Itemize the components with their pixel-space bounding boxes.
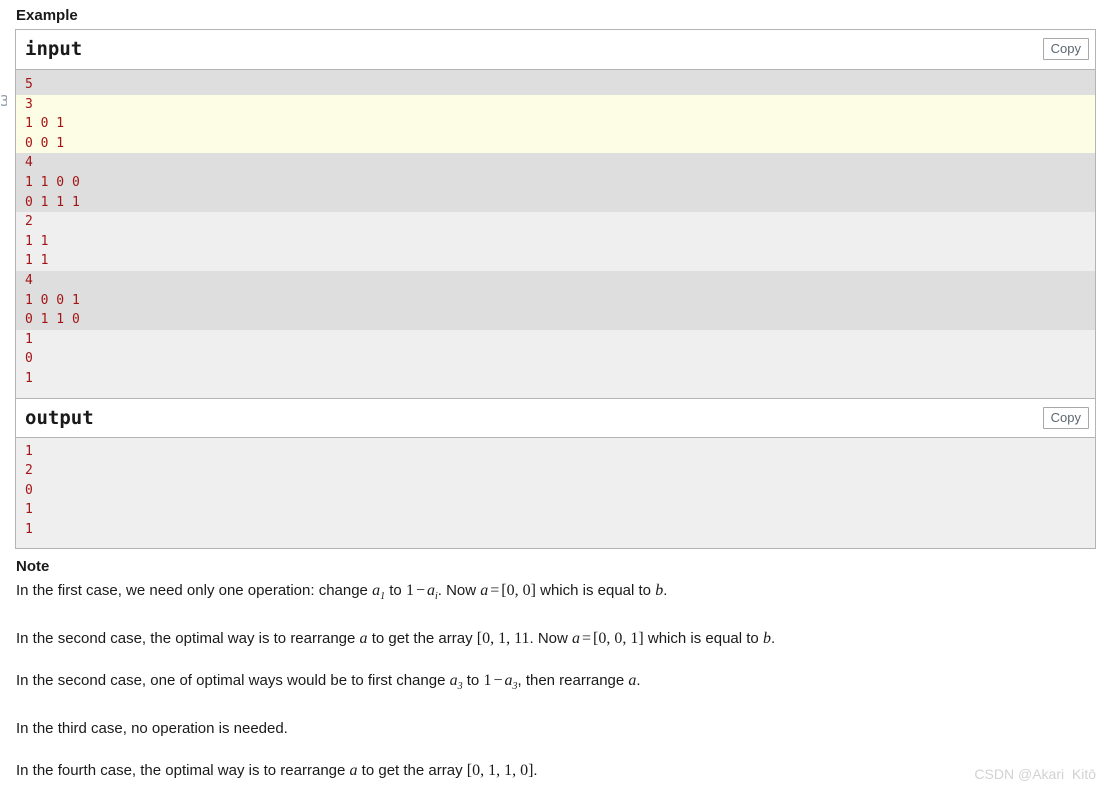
input-pad-bottom xyxy=(16,389,1095,398)
math-variable: a xyxy=(349,762,358,780)
input-data-line: 1 0 1 xyxy=(25,116,65,132)
note-heading: Note xyxy=(16,558,50,575)
note-text: In the first case, we need only one oper… xyxy=(16,582,373,599)
math-operator: − xyxy=(493,672,503,690)
note-text: to xyxy=(462,672,484,690)
math-literal: [0, 0, 1] xyxy=(593,630,644,648)
note-body: In the first case, we need only one oper… xyxy=(16,581,1086,791)
math-literal: 1 xyxy=(405,582,414,599)
math-variable: a3 xyxy=(449,672,463,693)
sample-output-header: output Copy xyxy=(16,397,1095,438)
sample-output-title: output xyxy=(25,406,94,429)
note-text: . xyxy=(663,582,668,599)
math-literal: [0, 1, 11 xyxy=(476,630,530,648)
input-data-line: 1 xyxy=(25,370,33,386)
note-text: which is equal to xyxy=(643,630,763,648)
test-case-group: 4 1 0 0 1 0 1 1 0 xyxy=(16,270,1095,330)
scroll-edge-artifact: 3 xyxy=(0,92,7,110)
test-case-group: 4 1 1 0 0 0 1 1 1 xyxy=(16,153,1095,213)
math-variable: a3 xyxy=(504,672,518,693)
output-data-line: 2 xyxy=(25,463,33,479)
math-variable: b xyxy=(762,630,771,648)
csdn-watermark: CSDN @Akari Kitō xyxy=(974,766,1096,782)
math-variable: b xyxy=(655,582,664,599)
note-text: to get the array xyxy=(357,762,467,780)
sample-input-data: 5 3 1 0 1 0 0 1 4 1 1 0 0 0 1 1 1 2 1 1 1 1 4 1 0 0… xyxy=(16,70,1095,398)
note-text: . xyxy=(770,630,776,648)
note-text: In the second case, one of optimal ways … xyxy=(16,672,450,690)
input-data-line: 0 1 1 1 xyxy=(25,194,80,210)
math-variable: a xyxy=(359,630,368,648)
math-operator: = xyxy=(490,582,500,599)
sample-tests-container: input Copy 531 0 10 0 141 1 0 00 1 1 121… xyxy=(15,29,1096,550)
input-data-line: 2 xyxy=(25,214,33,230)
input-data-line: 0 0 1 xyxy=(25,135,65,151)
input-data-line: 0 1 1 0 xyxy=(25,312,80,328)
math-variable: ai xyxy=(426,582,438,603)
test-case-group: 5 xyxy=(16,70,1095,95)
note-text: In the third case, no operation is neede… xyxy=(16,720,288,738)
note-paragraph-first-case: In the first case, we need only one oper… xyxy=(16,581,1086,606)
test-case-group: 2 1 1 1 1 xyxy=(16,212,1095,271)
input-data-line: 3 xyxy=(25,96,33,112)
note-text: to xyxy=(385,582,406,599)
sample-output-block: output Copy 1 2 0 1 1 xyxy=(16,397,1095,549)
note-text: to get the array xyxy=(367,630,477,648)
sample-input-header: input Copy xyxy=(16,30,1095,70)
test-case-group: 1 0 1 xyxy=(16,329,1095,398)
note-paragraph-third-case: In the third case, no operation is neede… xyxy=(16,719,1086,738)
input-data-line: 1 0 0 1 xyxy=(25,292,80,308)
note-paragraph-fourth-case: In the fourth case, the optimal way is t… xyxy=(16,761,1086,780)
problem-statement-page: 3 Example input Copy 531 0 10 0 141 1 0 … xyxy=(0,0,1112,791)
example-heading: Example xyxy=(16,7,78,24)
sample-output-data: 1 2 0 1 1 xyxy=(16,437,1095,549)
note-text: In the fourth case, the optimal way is t… xyxy=(16,762,350,780)
note-text: . xyxy=(533,762,538,780)
note-text: , then rearrange xyxy=(517,672,629,690)
input-data-line: 4 xyxy=(25,155,33,171)
output-data-line: 0 xyxy=(25,482,33,498)
note-paragraph-second-case-rearrange: In the second case, the optimal way is t… xyxy=(16,629,1086,648)
sample-input-block: input Copy 5 3 1 0 1 0 0 1 4 1 1 0 0 0 1 1 1 2 1… xyxy=(16,30,1095,398)
note-text: which is equal to xyxy=(535,582,656,599)
input-data-line: 4 xyxy=(25,272,33,288)
math-variable: a1 xyxy=(372,582,386,603)
input-data-line: 5 xyxy=(25,77,33,92)
math-operator: − xyxy=(415,582,425,599)
note-paragraph-second-case-change: In the second case, one of optimal ways … xyxy=(16,671,1086,696)
math-variable: a xyxy=(572,630,581,648)
input-data-line: 1 1 0 0 xyxy=(25,174,80,190)
output-data-line: 1 xyxy=(25,502,33,518)
input-data-line: 1 xyxy=(25,331,33,347)
input-data-line: 1 1 xyxy=(25,233,49,249)
math-operator: = xyxy=(582,630,592,648)
output-data-line: 1 xyxy=(25,443,33,459)
output-data-line: 1 xyxy=(25,521,33,537)
input-data-line: 1 1 xyxy=(25,253,49,269)
note-text: . Now xyxy=(529,630,573,648)
sample-input-title: input xyxy=(25,38,83,60)
note-text: . xyxy=(636,672,641,690)
note-text: . Now xyxy=(437,582,481,599)
copy-output-button[interactable]: Copy xyxy=(1042,406,1089,429)
copy-input-button[interactable]: Copy xyxy=(1042,38,1089,60)
math-literal: [0, 0] xyxy=(501,582,536,599)
test-case-group: 3 1 0 1 0 0 1 xyxy=(16,94,1095,154)
input-data-line: 0 xyxy=(25,351,33,367)
math-literal: [0, 1, 1, 0] xyxy=(466,762,534,780)
note-text: In the second case, the optimal way is t… xyxy=(16,630,360,648)
